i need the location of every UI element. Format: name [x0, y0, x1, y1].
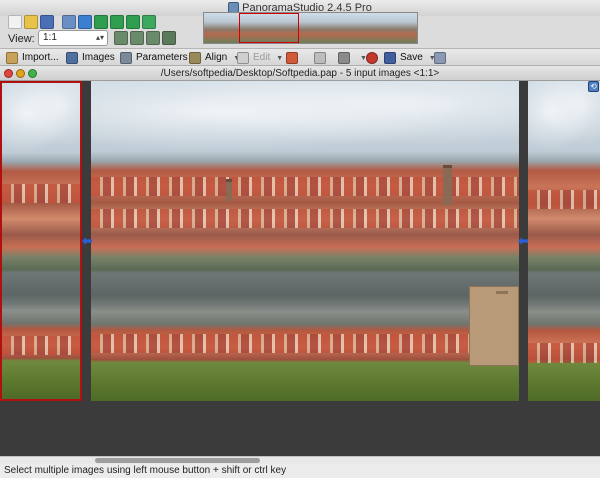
- stop-button[interactable]: [364, 51, 382, 65]
- view-label: View:: [8, 33, 35, 45]
- crop-icon: [286, 52, 298, 64]
- church-tower: [443, 165, 452, 205]
- roofs-band: [528, 189, 600, 209]
- rotate-left-icon[interactable]: [110, 15, 124, 29]
- roofs-band: [91, 177, 519, 197]
- blend-icon: [314, 52, 326, 64]
- horizontal-scrollbar[interactable]: [0, 456, 600, 464]
- panorama-canvas[interactable]: [0, 81, 600, 456]
- export-button[interactable]: [432, 51, 450, 65]
- navigator-thumbnail[interactable]: [203, 12, 418, 44]
- close-icon[interactable]: [4, 69, 13, 78]
- save-icon: [384, 52, 396, 64]
- roofs-band: [91, 333, 519, 353]
- zoom-fit-icon[interactable]: [146, 31, 160, 45]
- crop-button[interactable]: [284, 51, 302, 65]
- settings-icon[interactable]: [62, 15, 76, 29]
- navigator-viewport-rect[interactable]: [239, 13, 299, 43]
- parameters-button[interactable]: Parameters: [118, 51, 188, 65]
- rotate-right-icon[interactable]: [126, 15, 140, 29]
- panorama-image-middle[interactable]: [91, 81, 519, 401]
- edit-button[interactable]: Edit ▼: [235, 51, 283, 65]
- parameters-label: Parameters: [136, 52, 188, 63]
- scrollbar-thumb[interactable]: [95, 458, 260, 463]
- seam-arrow-icon[interactable]: [518, 237, 528, 245]
- roofs-band: [528, 343, 600, 363]
- open-icon[interactable]: [24, 15, 38, 29]
- zoom-out-icon[interactable]: [130, 31, 144, 45]
- info-icon[interactable]: [78, 15, 92, 29]
- blend-button[interactable]: [312, 51, 330, 65]
- align-button[interactable]: Align▼: [187, 51, 240, 65]
- import-button[interactable]: Import...: [4, 51, 59, 65]
- view-zoom-value: 1:1: [43, 32, 57, 43]
- chevron-updown-icon: ▴▾: [95, 33, 104, 42]
- output-button[interactable]: ▼: [336, 51, 367, 65]
- panorama-image-right[interactable]: [528, 81, 600, 401]
- import-icon: [6, 52, 18, 64]
- edit-label: Edit: [253, 52, 271, 63]
- save-icon[interactable]: [40, 15, 54, 29]
- status-bar: Select multiple images using left mouse …: [0, 464, 600, 478]
- export-icon: [434, 52, 446, 64]
- panorama-image-left-selected[interactable]: [0, 81, 82, 401]
- sky-clouds: [528, 81, 600, 158]
- save-button[interactable]: Save ▼: [382, 51, 436, 65]
- images-icon: [66, 52, 78, 64]
- align-label: Align: [205, 52, 228, 63]
- dropdown-arrow-icon: ▼: [276, 55, 284, 62]
- help-icon[interactable]: [94, 15, 108, 29]
- new-icon[interactable]: [8, 15, 22, 29]
- import-label: Import...: [22, 52, 59, 63]
- edit-icon: [237, 52, 249, 64]
- church-tower: [226, 179, 232, 201]
- images-label: Images: [82, 52, 115, 63]
- main-toolbar: Import... Images▼ Parameters Align▼ Edit…: [0, 48, 600, 66]
- document-title-bar: /Users/softpedia/Desktop/Softpedia.pap -…: [0, 66, 600, 81]
- roofs-band: [91, 209, 519, 229]
- status-text: Select multiple images using left mouse …: [4, 465, 287, 476]
- save-label: Save: [400, 52, 423, 63]
- recenter-icon[interactable]: ⟲: [588, 81, 599, 92]
- align-icon: [189, 52, 201, 64]
- stop-icon: [366, 52, 378, 64]
- minimize-icon[interactable]: [16, 69, 25, 78]
- zoom-icon[interactable]: [28, 69, 37, 78]
- roofs-band: [2, 335, 80, 355]
- zoom-full-icon[interactable]: [162, 31, 176, 45]
- zoom-in-icon[interactable]: [114, 31, 128, 45]
- church-building: [469, 286, 519, 366]
- roofs-band: [2, 184, 80, 204]
- sky-clouds: [91, 81, 519, 158]
- view-zoom-select[interactable]: 1:1 ▴▾: [38, 30, 108, 46]
- parameters-icon: [120, 52, 132, 64]
- document-title: /Users/softpedia/Desktop/Softpedia.pap -…: [160, 68, 440, 79]
- church-tower: [496, 291, 508, 341]
- output-icon: [338, 52, 350, 64]
- undo-icon[interactable]: [142, 15, 156, 29]
- sky-clouds: [2, 83, 80, 159]
